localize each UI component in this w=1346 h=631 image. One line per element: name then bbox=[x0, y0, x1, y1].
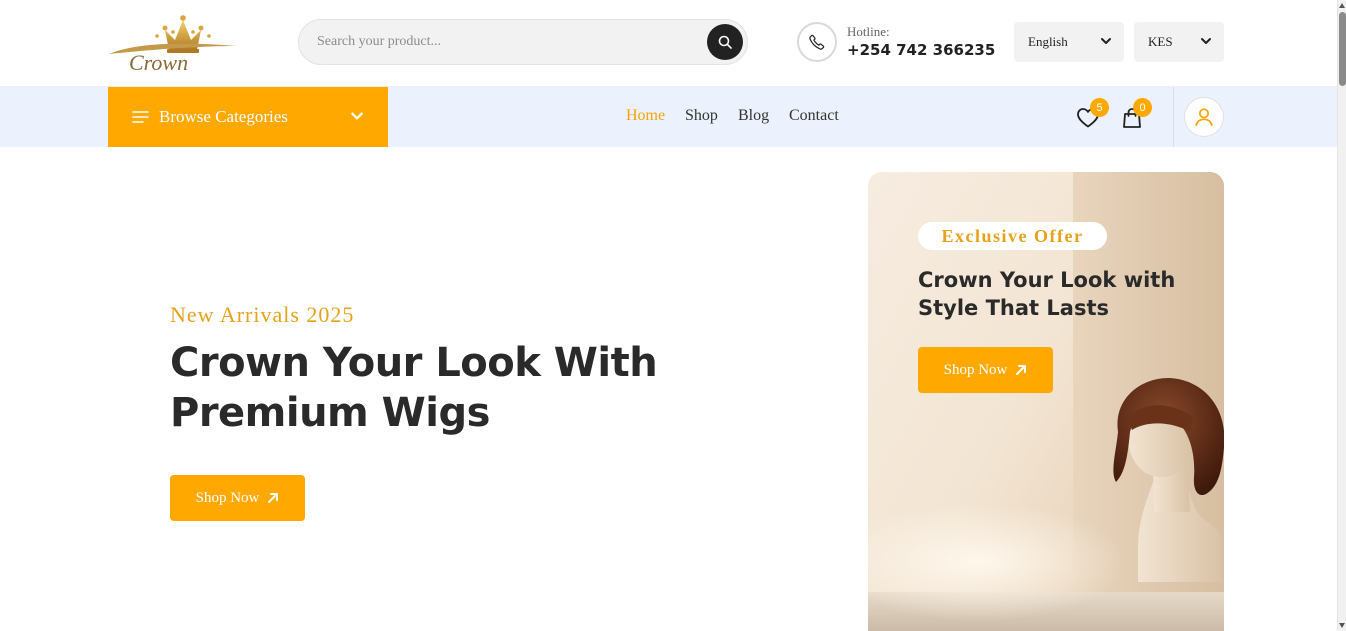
nav-link-shop[interactable]: Shop bbox=[685, 107, 718, 125]
currency-select[interactable]: KES bbox=[1134, 22, 1224, 62]
nav-link-blog[interactable]: Blog bbox=[738, 107, 769, 125]
phone-icon-circle bbox=[797, 22, 837, 62]
search-button[interactable] bbox=[707, 24, 743, 60]
nav-divider bbox=[1173, 87, 1174, 147]
hotline-number[interactable]: +254 742 366235 bbox=[847, 41, 995, 59]
browse-categories-button[interactable]: Browse Categories bbox=[108, 87, 388, 147]
hero-subtitle: New Arrivals 2025 bbox=[170, 302, 355, 327]
nav-link-home[interactable]: Home bbox=[626, 107, 665, 125]
chevron-down-icon bbox=[1201, 38, 1211, 44]
nav-link-contact[interactable]: Contact bbox=[789, 107, 839, 125]
promo-card: Exclusive Offer Crown Your Look with Sty… bbox=[868, 172, 1224, 631]
svg-text:Crown: Crown bbox=[129, 50, 188, 74]
search-bar bbox=[298, 19, 748, 65]
browse-categories-label: Browse Categories bbox=[159, 107, 288, 126]
promo-title: Crown Your Look with Style That Lasts bbox=[918, 268, 1176, 320]
user-icon bbox=[1195, 108, 1213, 127]
chevron-down-icon bbox=[351, 112, 363, 120]
search-input[interactable] bbox=[317, 20, 697, 64]
phone-icon bbox=[809, 34, 825, 50]
promo-shop-now-button[interactable]: Shop Now bbox=[918, 347, 1053, 393]
hotline-label: Hotline: bbox=[847, 24, 890, 39]
cart-count-badge: 0 bbox=[1133, 98, 1152, 117]
scroll-up-arrow[interactable] bbox=[1339, 3, 1345, 8]
scrollbar-thumb[interactable] bbox=[1339, 12, 1346, 86]
exclusive-offer-badge: Exclusive Offer bbox=[918, 222, 1107, 250]
arrow-up-right-icon bbox=[268, 493, 279, 503]
currency-selected-value: KES bbox=[1148, 34, 1173, 49]
menu-icon bbox=[132, 111, 149, 123]
wishlist-button[interactable]: 5 bbox=[1076, 98, 1109, 135]
language-select[interactable]: English bbox=[1014, 22, 1124, 62]
account-button[interactable] bbox=[1184, 97, 1224, 137]
chevron-down-icon bbox=[1101, 38, 1111, 44]
arrow-up-right-icon bbox=[1016, 365, 1027, 375]
promo-shop-now-label: Shop Now bbox=[943, 361, 1008, 378]
wig-mannequin-image bbox=[1113, 377, 1224, 582]
wishlist-count-badge: 5 bbox=[1090, 98, 1109, 117]
crown-logo[interactable]: Crown bbox=[107, 12, 242, 75]
hero-shop-now-button[interactable]: Shop Now bbox=[170, 475, 305, 521]
search-icon bbox=[718, 35, 732, 49]
hero-shop-now-label: Shop Now bbox=[195, 489, 260, 506]
promo-light bbox=[868, 502, 1128, 622]
hero-title: Crown Your Look With Premium Wigs bbox=[170, 340, 658, 436]
cart-button[interactable]: 0 bbox=[1120, 98, 1152, 135]
language-selected-value: English bbox=[1028, 34, 1068, 49]
scroll-down-arrow[interactable] bbox=[1339, 623, 1345, 628]
page-scrollbar[interactable] bbox=[1337, 0, 1346, 631]
